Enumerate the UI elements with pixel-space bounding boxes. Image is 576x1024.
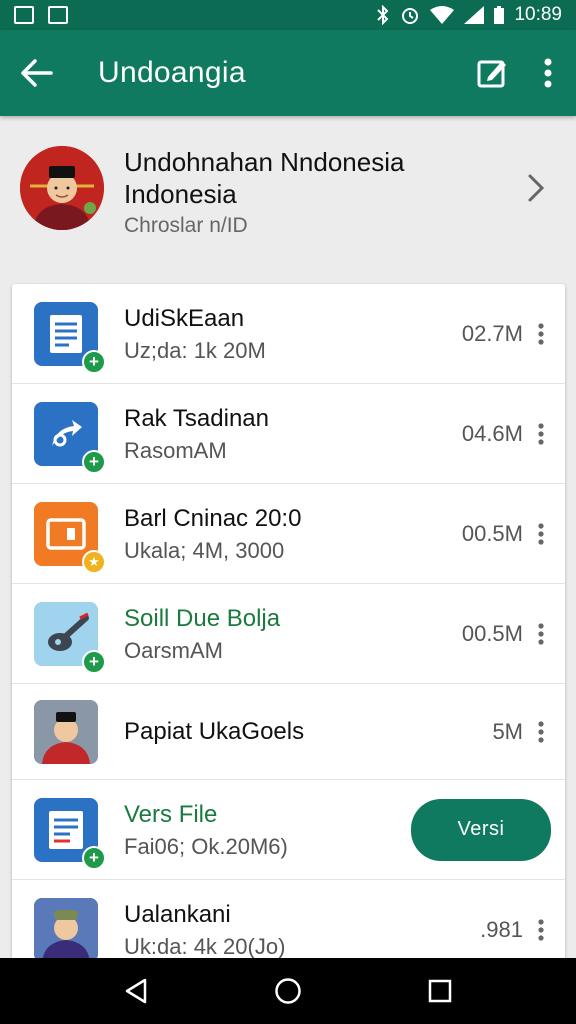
status-bar: 10:89	[0, 0, 576, 30]
more-vertical-icon	[538, 622, 544, 645]
navigation-bar	[0, 958, 576, 1024]
item-size: 00.5M	[461, 620, 523, 646]
profile-subtitle: Chroslar n/ID	[124, 214, 248, 237]
item-title: Papiat UkaGoels	[124, 717, 305, 745]
item-title: Rak Tsadinan	[124, 404, 269, 432]
wifi-icon	[430, 6, 455, 24]
plus-badge-icon: +	[82, 449, 106, 474]
item-more-button[interactable]	[527, 614, 555, 654]
list-item[interactable]: Papiat UkaGoels 5M	[12, 684, 565, 780]
more-vertical-icon	[538, 422, 544, 445]
share-icon: +	[34, 401, 106, 474]
list-item[interactable]: + Rak Tsadinan RasomAM 04.6M	[12, 384, 565, 484]
item-subtitle: Ukala; 4M, 3000	[124, 537, 285, 563]
more-vertical-icon	[538, 919, 544, 941]
status-time: 10:89	[514, 4, 562, 25]
tool-icon: +	[34, 601, 106, 674]
more-vertical-icon	[544, 58, 552, 88]
plus-badge-icon: +	[82, 845, 106, 870]
battery-icon	[494, 6, 505, 24]
item-subtitle: Uk:da: 4k 20(Jo)	[124, 934, 286, 959]
item-subtitle: RasomAM	[124, 437, 227, 463]
more-vertical-icon	[538, 322, 544, 345]
item-size: .981	[480, 917, 523, 942]
item-size: 04.6M	[461, 420, 523, 446]
item-more-button[interactable]	[527, 910, 555, 950]
app-title: Undoangia	[98, 56, 246, 89]
item-subtitle: Fai06; Ok.20M6)	[124, 833, 288, 859]
list-item[interactable]: ★ Barl Cninac 20:0 Ukala; 4M, 3000 00.5M	[12, 484, 565, 584]
image-notification-icon	[48, 6, 68, 24]
profile-header[interactable]: Undohnahan Nndonesia Indonesia Chroslar …	[0, 116, 576, 282]
profile-name-line2: Indonesia	[124, 179, 237, 209]
item-size: 02.7M	[461, 320, 523, 346]
item-subtitle: OarsmAM	[124, 637, 223, 663]
item-title: Barl Cninac 20:0	[124, 504, 302, 532]
edit-button[interactable]	[466, 30, 520, 116]
back-button[interactable]	[0, 30, 74, 116]
person-icon	[34, 699, 98, 764]
item-title: UdiSkEaan	[124, 304, 245, 332]
list-item[interactable]: + Soill Due Bolja OarsmAM 00.5M	[12, 584, 565, 684]
more-vertical-icon	[538, 720, 544, 743]
document-icon: +	[34, 797, 106, 870]
chevron-right-icon	[516, 146, 556, 230]
item-size: 00.5M	[461, 520, 523, 546]
item-more-button[interactable]	[527, 712, 555, 752]
item-title: Vers File	[124, 800, 218, 828]
person-icon	[34, 898, 98, 962]
item-title: Ualankani	[124, 901, 231, 928]
signal-icon	[464, 6, 485, 24]
item-title: Soill Due Bolja	[124, 604, 281, 632]
arrow-left-icon	[21, 59, 53, 87]
app-bar: Undoangia	[0, 30, 576, 116]
notification-icon	[14, 6, 34, 24]
profile-name-line1: Undohnahan Nndonesia	[124, 147, 405, 177]
nav-home-icon	[275, 978, 301, 1004]
list-item[interactable]: + UdiSkEaan Uz;da: 1k 20M 02.7M	[12, 284, 565, 384]
avatar	[20, 146, 104, 230]
plus-badge-icon: +	[82, 649, 106, 674]
versi-button[interactable]: Versi	[411, 798, 551, 861]
bluetooth-icon	[377, 5, 389, 25]
overflow-menu-button[interactable]	[520, 30, 576, 116]
nav-back-icon	[125, 978, 147, 1004]
star-badge-icon: ★	[82, 549, 106, 574]
item-more-button[interactable]	[527, 414, 555, 454]
document-icon: +	[34, 301, 106, 374]
nav-home-button[interactable]	[258, 961, 318, 1021]
item-subtitle: Uz;da: 1k 20M	[124, 337, 266, 363]
edit-icon	[477, 60, 506, 88]
nav-recents-button[interactable]	[410, 961, 470, 1021]
plus-badge-icon: +	[82, 349, 106, 374]
video-icon: ★	[34, 501, 106, 574]
list-item[interactable]: + Vers File Fai06; Ok.20M6) Versi	[12, 780, 565, 880]
file-list: + UdiSkEaan Uz;da: 1k 20M 02.7M + Rak Ts…	[12, 284, 565, 964]
more-vertical-icon	[538, 522, 544, 545]
item-more-button[interactable]	[527, 314, 555, 354]
item-more-button[interactable]	[527, 514, 555, 554]
item-size: 5M	[492, 718, 523, 744]
list-item[interactable]: Ualankani Uk:da: 4k 20(Jo) .981	[12, 880, 565, 964]
nav-back-button[interactable]	[106, 961, 166, 1021]
alarm-icon	[402, 8, 419, 24]
nav-recents-icon	[428, 979, 452, 1003]
